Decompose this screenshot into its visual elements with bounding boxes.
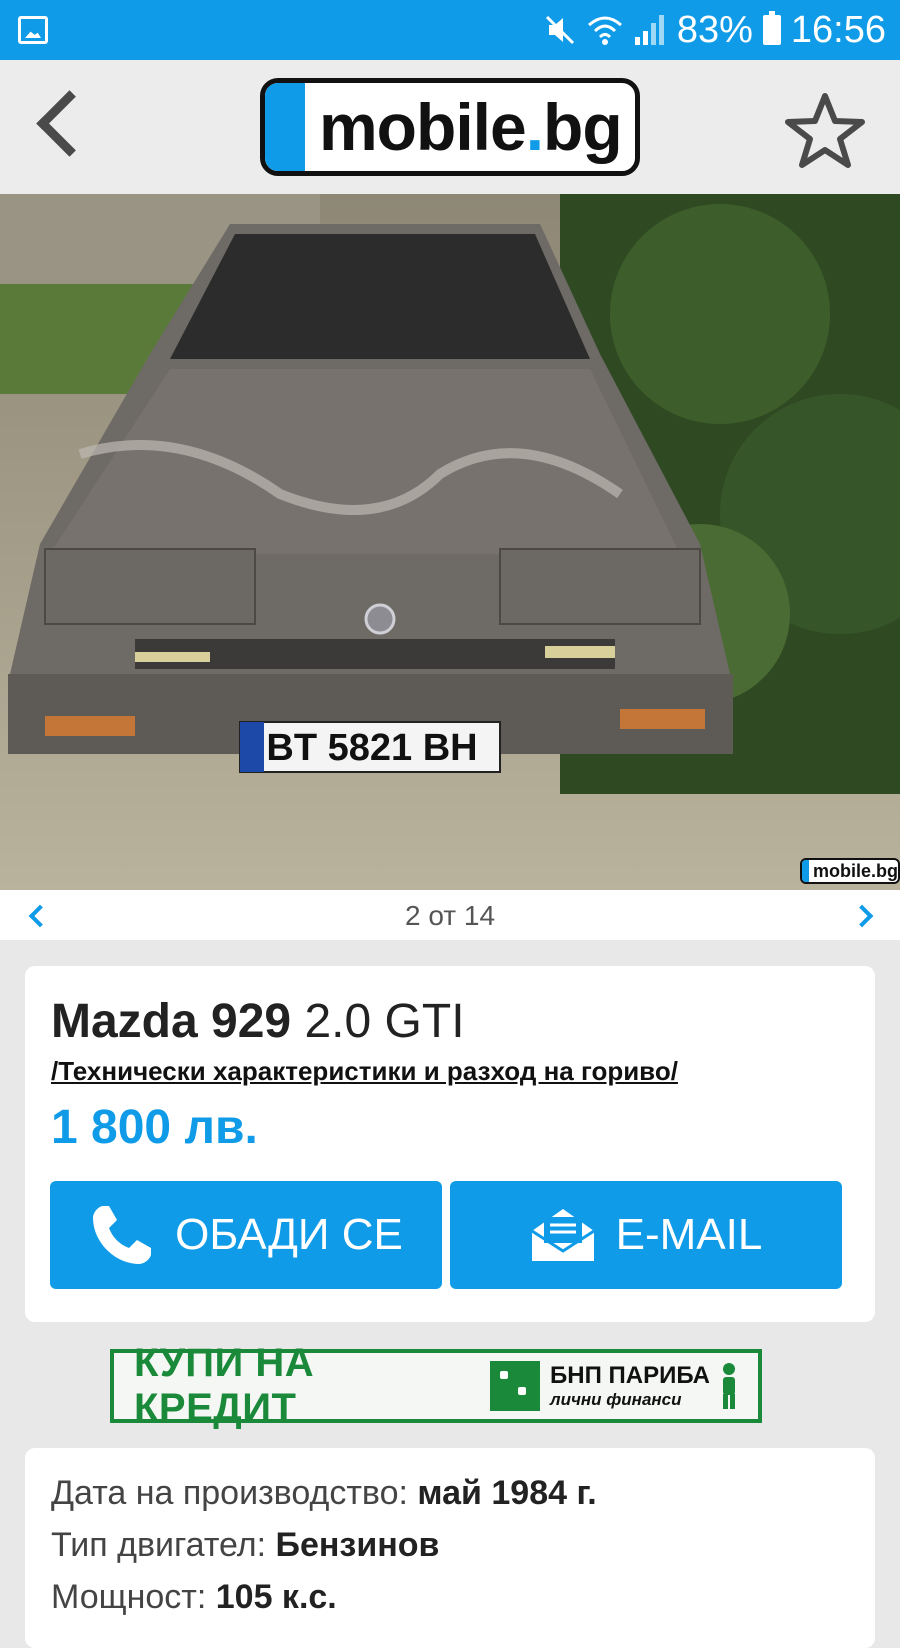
photo-watermark: mobile.bg bbox=[800, 858, 900, 884]
detail-production-date: Дата на производство: май 1984 г. bbox=[51, 1474, 597, 1513]
star-icon bbox=[785, 93, 865, 168]
call-button-label: ОБАДИ СЕ bbox=[175, 1210, 403, 1259]
detail-power: Мощност: 105 к.с. bbox=[51, 1578, 337, 1617]
status-icons: 83% 16:56 bbox=[543, 0, 886, 60]
watermark-text: mobile.bg bbox=[813, 860, 898, 881]
next-photo-button[interactable] bbox=[852, 904, 874, 926]
listing-title: Mazda 929 2.0 GTI bbox=[51, 994, 465, 1049]
bank-name-line2: лични финанси bbox=[550, 1390, 682, 1409]
price: 1 800 лв. bbox=[51, 1101, 258, 1154]
battery-icon bbox=[762, 11, 781, 45]
detail-value: май 1984 г. bbox=[417, 1474, 597, 1512]
credit-banner-text: КУПИ НА КРЕДИТ bbox=[134, 1341, 315, 1430]
clock: 16:56 bbox=[790, 8, 886, 51]
bnp-paribas-logo-icon bbox=[490, 1361, 540, 1411]
battery-percent: 83% bbox=[676, 8, 753, 51]
envelope-icon bbox=[530, 1209, 595, 1261]
license-plate: BT 5821 BH bbox=[266, 727, 477, 769]
detail-label: Дата на производство: bbox=[51, 1474, 418, 1512]
make-model: Mazda 929 bbox=[51, 995, 292, 1048]
call-button[interactable]: ОБАДИ СЕ bbox=[50, 1181, 442, 1289]
phone-icon bbox=[93, 1206, 152, 1264]
listing-card: Mazda 929 2.0 GTI /Технически характерис… bbox=[25, 966, 875, 1322]
photo-counter: 2 от 14 bbox=[404, 900, 496, 931]
back-button[interactable] bbox=[32, 90, 102, 164]
signal-icon bbox=[634, 15, 664, 45]
specs-link[interactable]: /Технически характеристики и разход на г… bbox=[51, 1056, 678, 1087]
gallery-notification-icon bbox=[18, 16, 48, 44]
wifi-icon bbox=[587, 16, 622, 45]
photo-navigation: 2 от 14 bbox=[0, 890, 900, 940]
logo-text: mobile.bg bbox=[319, 90, 623, 164]
detail-label: Тип двигател: bbox=[51, 1526, 276, 1564]
status-bar: 83% 16:56 bbox=[0, 0, 900, 60]
detail-label: Мощност: bbox=[51, 1578, 216, 1616]
logo-blue-bar bbox=[265, 83, 305, 171]
details-card: Дата на производство: май 1984 г. Тип дв… bbox=[25, 1448, 875, 1648]
credit-banner[interactable]: КУПИ НА КРЕДИТ БНП ПАРИБА лични финанси bbox=[110, 1341, 762, 1430]
person-mascot-icon bbox=[723, 1363, 736, 1409]
app-bar: mobile.bg bbox=[0, 60, 900, 194]
detail-value: Бензинов bbox=[275, 1526, 440, 1564]
favorite-star-button[interactable] bbox=[784, 90, 866, 172]
mute-icon bbox=[545, 15, 574, 45]
email-button[interactable]: E-MAIL bbox=[450, 1181, 842, 1289]
car-photo-illustration: BT 5821 BH bbox=[0, 194, 900, 890]
variant: 2.0 GTI bbox=[304, 995, 465, 1048]
listing-photo[interactable]: BT 5821 BH mobile.bg bbox=[0, 194, 900, 890]
mobile-bg-logo[interactable]: mobile.bg bbox=[260, 78, 640, 176]
detail-value: 105 к.с. bbox=[215, 1578, 337, 1616]
bank-name: БНП ПАРИБА лични финанси bbox=[550, 1362, 710, 1410]
bank-name-line1: БНП ПАРИБА bbox=[550, 1362, 711, 1389]
watermark-bar bbox=[802, 860, 809, 882]
detail-engine-type: Тип двигател: Бензинов bbox=[51, 1526, 439, 1565]
email-button-label: E-MAIL bbox=[615, 1210, 763, 1259]
